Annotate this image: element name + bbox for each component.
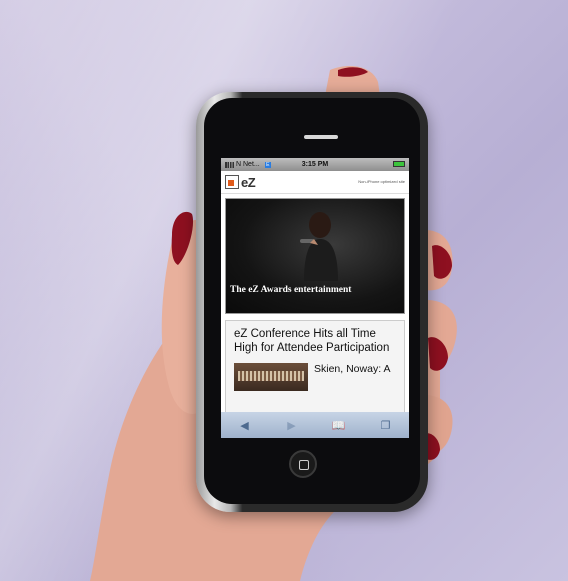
battery-icon bbox=[393, 161, 405, 167]
home-button[interactable] bbox=[289, 450, 317, 478]
safari-toolbar: ◀ ▶ 📖 ❐ bbox=[221, 412, 409, 438]
singer-image bbox=[300, 212, 338, 281]
ez-logo-icon[interactable] bbox=[225, 175, 239, 189]
status-bar: N Net... E 3:15 PM bbox=[221, 158, 409, 171]
hero-banner[interactable]: The eZ Awards entertainment bbox=[225, 198, 405, 314]
article-title[interactable]: eZ Conference Hits all Time High for Att… bbox=[234, 327, 396, 355]
hero-caption: The eZ Awards entertainment bbox=[230, 285, 352, 295]
site-header: eZ Non-iPhone optimized site bbox=[221, 171, 409, 194]
pages-icon[interactable]: ❐ bbox=[371, 419, 401, 432]
status-time: 3:15 PM bbox=[301, 161, 329, 168]
story-row: Skien, Noway: A bbox=[234, 363, 396, 391]
optimized-site-link[interactable]: Non-iPhone optimized site bbox=[358, 179, 405, 184]
phone-screen: N Net... E 3:15 PM eZ Non-iPhone optimiz… bbox=[221, 158, 409, 438]
photo-background: N Net... E 3:15 PM eZ Non-iPhone optimiz… bbox=[0, 0, 568, 581]
forward-arrow-icon[interactable]: ▶ bbox=[277, 419, 307, 432]
site-logo-text[interactable]: eZ bbox=[241, 175, 256, 190]
bookmarks-icon[interactable]: 📖 bbox=[324, 419, 354, 432]
article-snippet: Skien, Noway: A bbox=[314, 363, 391, 375]
earpiece-speaker bbox=[304, 135, 338, 139]
back-arrow-icon[interactable]: ◀ bbox=[230, 419, 260, 432]
conference-thumbnail[interactable] bbox=[234, 363, 308, 391]
